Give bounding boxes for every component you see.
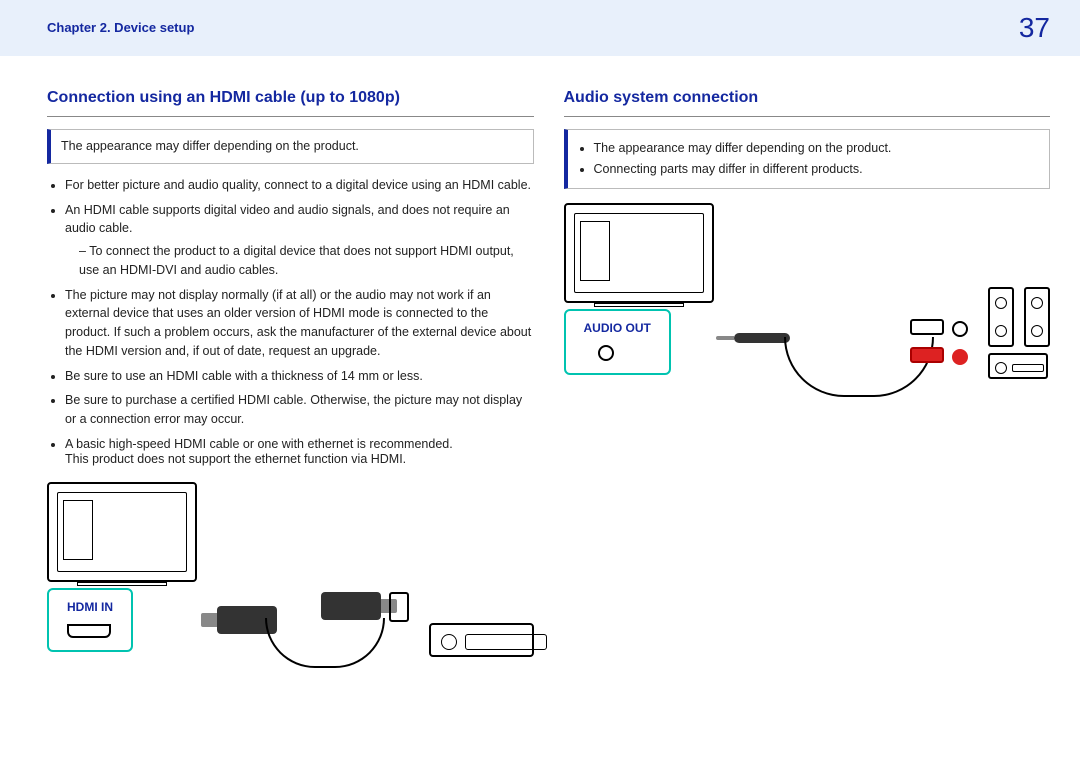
monitor-back-icon <box>47 482 197 582</box>
amplifier-icon <box>988 353 1048 379</box>
audio-port-icon <box>598 345 614 361</box>
list-item: Be sure to purchase a certified HDMI cab… <box>65 391 534 429</box>
page-number: 37 <box>1019 7 1050 49</box>
hdmi-source-device-icon <box>429 623 534 657</box>
hdmi-section-heading: Connection using an HDMI cable (up to 10… <box>47 86 534 117</box>
monitor-back-icon <box>564 203 714 303</box>
hdmi-port-icon <box>67 624 111 638</box>
list-item: A basic high-speed HDMI cable or one wit… <box>65 435 534 469</box>
list-item-continuation: This product does not support the ethern… <box>65 450 534 469</box>
speaker-right-icon <box>1024 287 1050 347</box>
list-item: The picture may not display normally (if… <box>65 286 534 361</box>
list-item-text: An HDMI cable supports digital video and… <box>65 203 510 236</box>
audio-note-item: Connecting parts may differ in different… <box>594 160 1040 179</box>
hdmi-cable-icon <box>217 592 409 688</box>
speaker-left-icon <box>988 287 1014 347</box>
list-subitem: To connect the product to a digital devi… <box>79 242 534 280</box>
hdmi-port-label: HDMI IN <box>67 598 113 616</box>
audio-section-heading: Audio system connection <box>564 86 1051 117</box>
list-item: For better picture and audio quality, co… <box>65 176 534 195</box>
audio-diagram: AUDIO OUT <box>564 203 1051 443</box>
chapter-title: Chapter 2. Device setup <box>47 18 194 38</box>
list-item: An HDMI cable supports digital video and… <box>65 201 534 280</box>
audio-cable-icon <box>734 323 969 443</box>
audio-port-label: AUDIO OUT <box>584 319 651 337</box>
list-item: Be sure to use an HDMI cable with a thic… <box>65 367 534 386</box>
hdmi-diagram: HDMI IN <box>47 482 534 688</box>
page-header: Chapter 2. Device setup 37 <box>0 0 1080 56</box>
hdmi-bullet-list: For better picture and audio quality, co… <box>47 176 534 469</box>
audio-port-box: AUDIO OUT <box>564 309 671 375</box>
hdmi-note-text: The appearance may differ depending on t… <box>61 139 359 153</box>
list-item-text: A basic high-speed HDMI cable or one wit… <box>65 437 453 451</box>
hdmi-note-box: The appearance may differ depending on t… <box>47 129 534 164</box>
audio-note-item: The appearance may differ depending on t… <box>594 139 1040 158</box>
hdmi-port-box: HDMI IN <box>47 588 133 652</box>
page-content: Connection using an HDMI cable (up to 10… <box>0 56 1080 688</box>
right-column: Audio system connection The appearance m… <box>564 86 1051 688</box>
left-column: Connection using an HDMI cable (up to 10… <box>47 86 534 688</box>
audio-receiver-icon <box>988 287 1050 379</box>
audio-note-box: The appearance may differ depending on t… <box>564 129 1051 189</box>
